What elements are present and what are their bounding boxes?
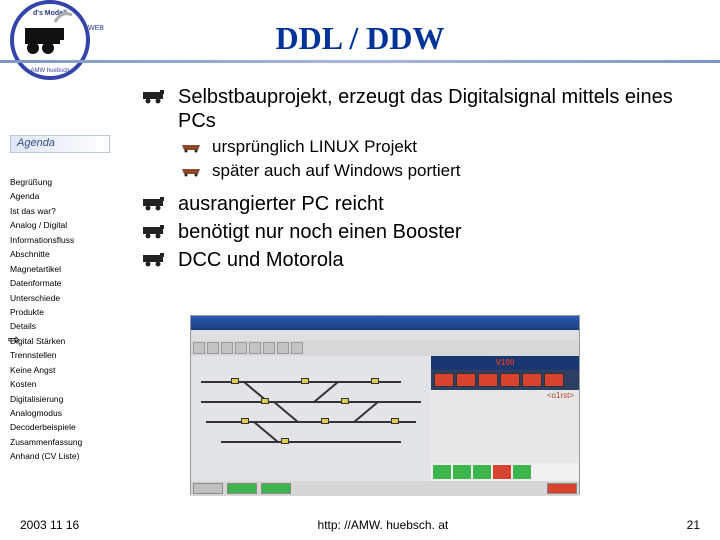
bullet-text: ursprünglich LINUX Projekt [212, 137, 417, 157]
agenda-item: Kosten [10, 377, 130, 391]
current-item-marker: ⇨ [8, 331, 20, 348]
wagon-icon [180, 143, 202, 153]
footer-url: http: //AMW. huebsch. at [79, 518, 686, 532]
agenda-item: Digitalisierung [10, 392, 130, 406]
agenda-item: Anhand (CV Liste) [10, 449, 130, 463]
agenda-item: Analog / Digital [10, 218, 130, 232]
control-panel: V100 <o1rst> [431, 356, 579, 481]
bullet-text: ausrangierter PC reicht [178, 192, 384, 216]
wagon-icon [180, 167, 202, 177]
footer-page-number: 21 [687, 518, 700, 532]
window-menubar [191, 330, 579, 340]
panel-title: V100 [431, 356, 579, 370]
agenda-item: Informationsfluss [10, 233, 130, 247]
agenda-item: Decoderbeispiele [10, 420, 130, 434]
locomotive-icon [140, 253, 168, 267]
window-titlebar [191, 316, 579, 330]
agenda-item: Produkte [10, 305, 130, 319]
track-layout-panel [191, 356, 431, 481]
locomotive-icon [140, 225, 168, 239]
header-divider [0, 60, 720, 63]
locomotive-icon [140, 197, 168, 211]
window-toolbar [191, 340, 579, 356]
bullet-text: benötigt nur noch einen Booster [178, 220, 462, 244]
footer-date: 2003 11 16 [20, 518, 79, 532]
agenda-item: Digital Stärken [10, 334, 130, 348]
svg-text:AMW huebsch: AMW huebsch [30, 68, 69, 74]
agenda-item: Zusammenfassung [10, 435, 130, 449]
panel-side-label: <o1rst> [547, 391, 574, 400]
locomotive-icon [140, 90, 168, 104]
agenda-item: Agenda [10, 189, 130, 203]
software-screenshot: V100 <o1rst> [190, 315, 580, 495]
agenda-item: Unterschiede [10, 291, 130, 305]
agenda-list: ⇨ Begrüßung Agenda Ist das war? Analog /… [10, 155, 130, 464]
slide-footer: 2003 11 16 http: //AMW. huebsch. at 21 [0, 518, 720, 532]
agenda-item: Begrüßung [10, 175, 130, 189]
agenda-item: Ist das war? [10, 204, 130, 218]
bullet-text: später auch auf Windows portiert [212, 161, 461, 181]
agenda-item: Keine Angst [10, 363, 130, 377]
agenda-item: Datenformate [10, 276, 130, 290]
bullet-text: Selbstbauprojekt, erzeugt das Digitalsig… [178, 85, 705, 133]
agenda-item: Analogmodus [10, 406, 130, 420]
status-bar [191, 481, 579, 496]
agenda-item: Trennstellen [10, 348, 130, 362]
agenda-item: Details [10, 319, 130, 333]
slide-content: Selbstbauprojekt, erzeugt das Digitalsig… [140, 85, 705, 276]
agenda-header: Agenda [10, 135, 110, 153]
agenda-item: Abschnitte [10, 247, 130, 261]
bullet-text: DCC und Motorola [178, 248, 344, 272]
agenda-item: Magnetartikel [10, 262, 130, 276]
slide-title: DDL / DDW [0, 20, 720, 57]
